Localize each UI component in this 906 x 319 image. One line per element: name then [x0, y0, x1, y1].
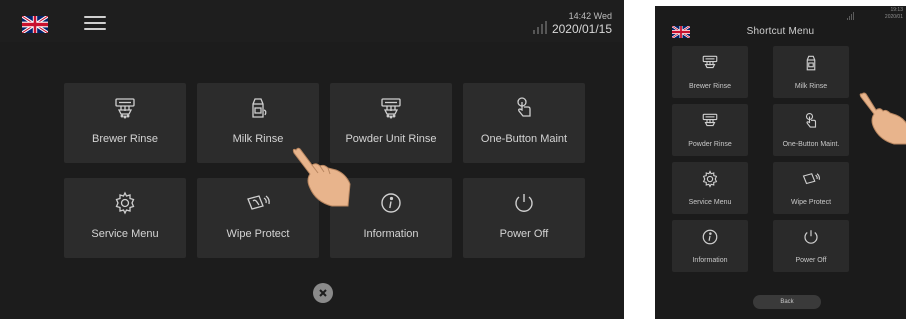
close-icon[interactable]: [313, 283, 333, 303]
uk-flag-icon[interactable]: [22, 16, 48, 33]
portrait-screen: Shortcut Menu 19:13 2020/01 Brewer Rinse: [655, 6, 906, 319]
powder-unit-icon: [378, 95, 404, 121]
wipe-protect-label: Wipe Protect: [790, 199, 832, 206]
portrait-shortcut-grid: Brewer Rinse Milk Rinse Powder Rinse One…: [672, 46, 849, 272]
milk-rinse-button[interactable]: Milk Rinse: [773, 46, 849, 98]
one-button-maint-button[interactable]: One-Button Maint.: [773, 104, 849, 156]
milk-rinse-label: Milk Rinse: [794, 83, 828, 90]
page-title: Shortcut Menu: [746, 26, 815, 37]
information-button[interactable]: Information: [672, 220, 748, 272]
signal-strength-icon: [847, 12, 855, 20]
portrait-top-bar: Shortcut Menu 19:13 2020/01: [655, 6, 906, 46]
brewer-rinse-button[interactable]: Brewer Rinse: [64, 83, 186, 163]
pointing-hand-icon: [292, 147, 351, 207]
milk-carton-icon: [801, 53, 821, 73]
wipe-hand-icon: [245, 190, 271, 216]
gear-icon: [112, 190, 138, 216]
touch-hand-icon: [511, 95, 537, 121]
powder-rinse-button[interactable]: Powder Rinse: [672, 104, 748, 156]
datetime: 14:42 Wed 2020/01/15: [552, 11, 612, 37]
pointing-hand-icon: [859, 92, 906, 145]
information-label: Information: [692, 257, 728, 264]
wipe-protect-button[interactable]: Wipe Protect: [773, 162, 849, 214]
page: 14:42 Wed 2020/01/15 Brewer Rinse Milk R…: [0, 0, 906, 319]
gear-icon: [700, 169, 720, 189]
brewer-rinse-label: Brewer Rinse: [91, 133, 159, 145]
touch-hand-icon: [801, 111, 821, 131]
signal-strength-icon: [533, 20, 547, 34]
service-menu-label: Service Menu: [688, 199, 732, 206]
brewer-rinse-label: Brewer Rinse: [688, 83, 731, 90]
one-button-maint-label: One-Button Maint: [480, 133, 568, 145]
power-off-button[interactable]: Power Off: [463, 178, 585, 258]
service-menu-label: Service Menu: [91, 228, 159, 240]
wipe-hand-icon: [801, 169, 821, 189]
information-label: Information: [363, 228, 419, 240]
service-menu-button[interactable]: Service Menu: [64, 178, 186, 258]
info-icon: [700, 227, 720, 247]
power-icon: [511, 190, 537, 216]
power-off-label: Power Off: [499, 228, 549, 240]
portrait-status-date: 2020/01: [884, 14, 903, 20]
status-date: 2020/01/15: [551, 22, 612, 36]
portrait-status-time: 19:13: [890, 7, 903, 13]
powder-unit-icon: [700, 111, 720, 131]
portrait-datetime: 19:13 2020/01: [885, 7, 903, 21]
power-icon: [801, 227, 821, 247]
service-menu-button[interactable]: Service Menu: [672, 162, 748, 214]
brewer-rinse-button[interactable]: Brewer Rinse: [672, 46, 748, 98]
one-button-maint-button[interactable]: One-Button Maint: [463, 83, 585, 163]
one-button-maint-label: One-Button Maint.: [782, 141, 840, 148]
powder-rinse-label: Powder Rinse: [688, 141, 732, 148]
status-time: 14:42 Wed: [568, 11, 612, 21]
top-status-bar: 14:42 Wed 2020/01/15: [0, 0, 624, 42]
brewer-icon: [112, 95, 138, 121]
power-off-button[interactable]: Power Off: [773, 220, 849, 272]
milk-carton-icon: [245, 95, 271, 121]
back-button[interactable]: Back: [753, 295, 821, 309]
info-icon: [378, 190, 404, 216]
hamburger-menu-icon[interactable]: [84, 16, 106, 32]
brewer-icon: [700, 53, 720, 73]
wipe-protect-label: Wipe Protect: [226, 228, 290, 240]
power-off-label: Power Off: [795, 257, 827, 264]
